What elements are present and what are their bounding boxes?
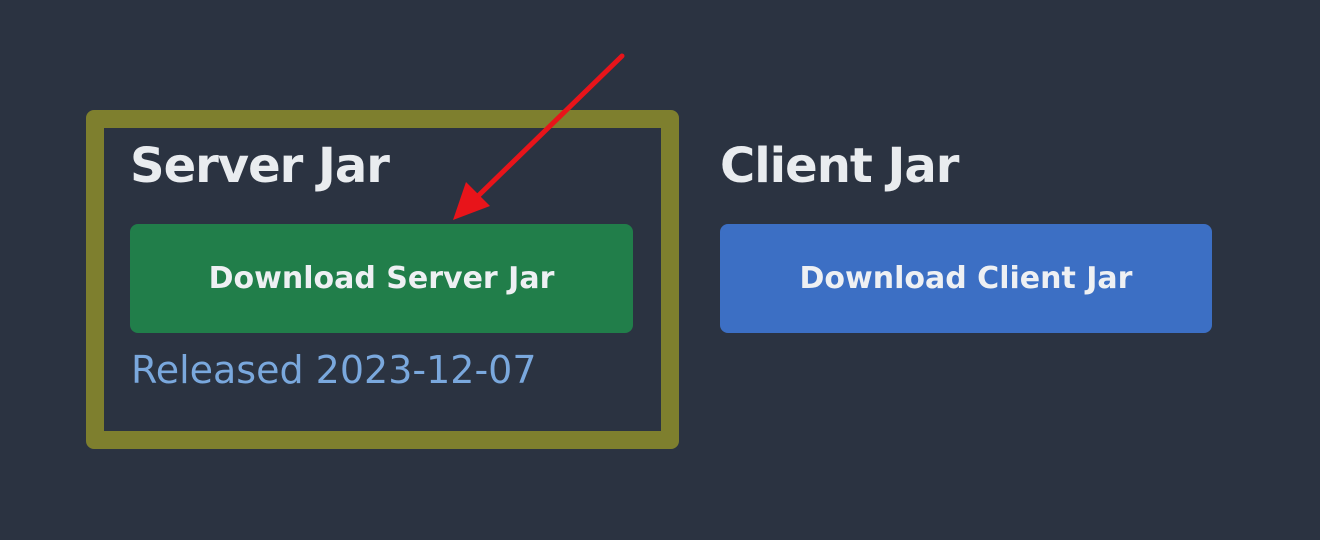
download-page: Server Jar Download Server Jar Released …: [0, 0, 1320, 540]
download-server-jar-button[interactable]: Download Server Jar: [130, 224, 633, 333]
server-release-date: Released 2023-12-07: [131, 348, 537, 392]
server-jar-heading: Server Jar: [130, 138, 390, 194]
download-client-jar-button[interactable]: Download Client Jar: [720, 224, 1212, 333]
client-jar-heading: Client Jar: [720, 138, 959, 194]
